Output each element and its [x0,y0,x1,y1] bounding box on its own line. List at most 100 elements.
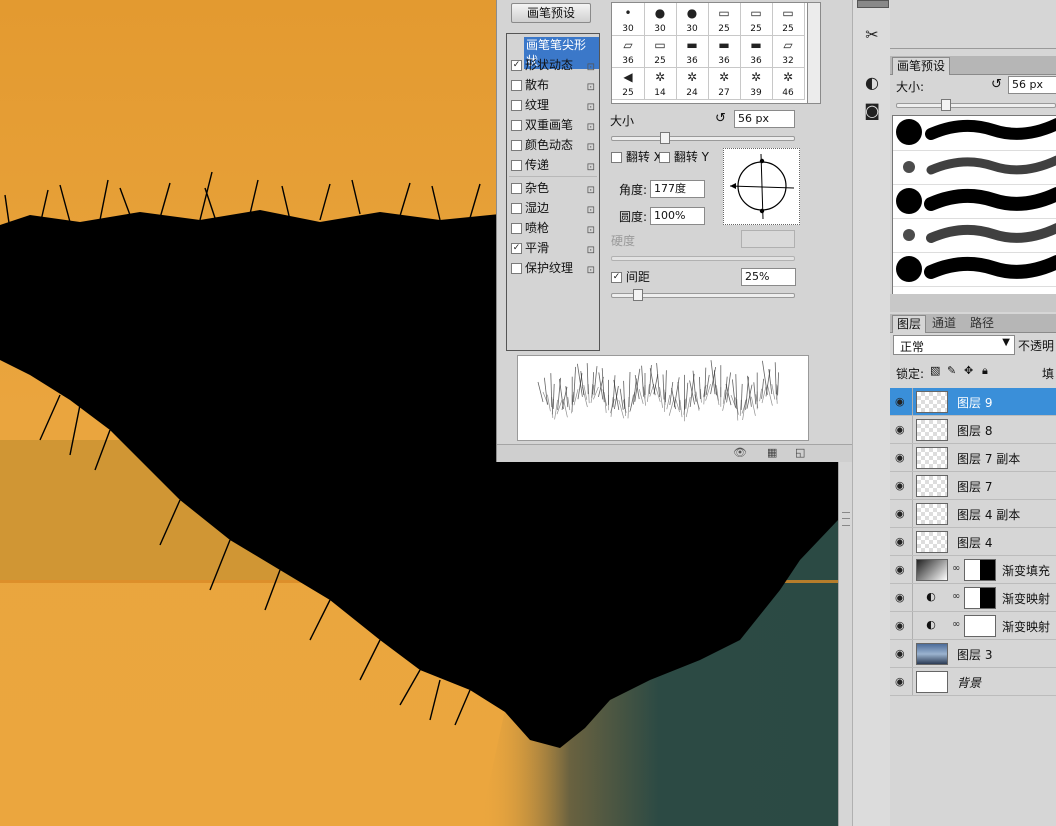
eye-icon[interactable]: ◉ [895,619,905,632]
brush-tip-grid[interactable]: • 30 ● 30 ● 30 ▭ 25 ▭ 25 ▭ 25 ▱ 36 ▭ 25 ▬ 36 ▬ 36 ▬ 36 ▱ 32 ◀ 25 ✲… [611,2,808,104]
layer-row[interactable]: ◉ 图层 4 [890,528,1056,556]
eye-icon[interactable]: ◉ [895,647,905,660]
brush-option-item[interactable]: 杂色 ⊡ [507,178,599,198]
lock-pixels-icon[interactable]: ✎ [947,364,956,377]
eye-icon[interactable]: ◉ [895,591,905,604]
brush-tip-cell[interactable]: ● 30 [644,3,677,36]
brush-option-checkbox[interactable] [511,183,522,194]
brush-tip-cell[interactable]: ◀ 25 [612,67,645,100]
brush-tip-cell[interactable]: ▭ 25 [740,3,773,36]
brush-tip-cell[interactable]: ● 30 [676,3,709,36]
brush-option-checkbox[interactable] [511,140,522,151]
layer-row[interactable]: ◉ ∞ 渐变填充 [890,556,1056,584]
layer-mask-thumbnail[interactable] [964,587,996,609]
size-slider[interactable] [611,132,795,144]
brush-tip-cell[interactable]: ▬ 36 [708,35,741,68]
layer-thumbnail[interactable] [916,671,948,693]
lock-position-icon[interactable]: ✥ [964,364,973,377]
lock-all-icon[interactable]: 🔒︎ [982,364,988,378]
lock-icon[interactable]: ⊡ [587,261,595,281]
layer-thumbnail[interactable] [916,447,948,469]
brush-tip-cell[interactable]: ▭ 25 [772,3,805,36]
layer-thumbnail[interactable] [916,391,948,413]
eye-icon[interactable]: ◉ [895,423,905,436]
strip-top-handle[interactable] [857,0,889,8]
brush-tip-cell[interactable]: ✲ 24 [676,67,709,100]
layer-thumbnail[interactable] [916,503,948,525]
layer-row[interactable]: ◉ 图层 8 [890,416,1056,444]
brush-tip-cell[interactable]: ✲ 14 [644,67,677,100]
brush-option-item[interactable]: 双重画笔 ⊡ [507,115,599,135]
eye-icon[interactable]: ◉ [895,451,905,464]
layer-thumbnail[interactable] [916,419,948,441]
brush-grid-icon[interactable]: ▦ [767,446,777,459]
layer-row[interactable]: ◉ 图层 3 [890,640,1056,668]
brush-tip-cell[interactable]: • 30 [612,3,645,36]
preset-reset-size-icon[interactable]: ↺ [991,77,1002,92]
flip-x-checkbox[interactable]: 翻转 X [611,148,662,165]
tab-layers[interactable]: 图层 [892,315,927,333]
layer-mask-thumbnail[interactable] [964,615,996,637]
layer-row[interactable]: ◉ 背景 [890,668,1056,696]
tab-paths[interactable]: 路径 [966,315,998,332]
spacing-slider-thumb[interactable] [633,289,643,301]
layer-thumbnail[interactable] [916,643,948,665]
brush-preset-item[interactable] [893,252,1056,287]
layer-row[interactable]: ◉ 图层 4 副本 [890,500,1056,528]
brush-tip-cell[interactable]: ▱ 32 [772,35,805,68]
eye-icon[interactable]: ◉ [895,535,905,548]
size-field[interactable]: 56 px [734,110,795,128]
layer-thumbnail[interactable] [916,559,948,581]
blend-mode-select[interactable]: 正常 ▼ [893,335,1015,355]
spacing-field[interactable]: 25% [741,268,796,286]
masks-icon[interactable]: ◙ [859,98,885,122]
brush-preset-item[interactable] [893,116,1056,151]
layer-mask-thumbnail[interactable] [964,559,996,581]
brush-tip-cell[interactable]: ✲ 46 [772,67,805,100]
layer-thumbnail[interactable] [916,531,948,553]
brush-tip-cell[interactable]: ▬ 36 [676,35,709,68]
brush-option-item[interactable]: 颜色动态 ⊡ [507,135,599,155]
brush-option-item[interactable]: 传递 ⊡ [507,155,599,175]
layer-row[interactable]: ◉ 图层 7 副本 [890,444,1056,472]
roundness-field[interactable]: 100% [650,207,705,225]
brush-tip-cell[interactable]: ▭ 25 [644,35,677,68]
flip-y-checkbox[interactable]: 翻转 Y [659,148,709,165]
brush-tip-cell[interactable]: ▬ 36 [740,35,773,68]
spacing-slider[interactable] [611,289,795,301]
scrollbar-grip[interactable] [842,512,850,526]
brush-tip-cell[interactable]: ▱ 36 [612,35,645,68]
adjustments-icon[interactable]: ◐ [859,70,885,94]
brush-tip-cell[interactable]: ▭ 25 [708,3,741,36]
brush-tip-cell[interactable]: ✲ 27 [708,67,741,100]
brush-option-checkbox[interactable] [511,160,522,171]
brush-option-checkbox[interactable] [511,223,522,234]
brush-option-item[interactable]: 喷枪 ⊡ [507,218,599,238]
eye-icon[interactable]: ◉ [895,479,905,492]
brush-option-item[interactable]: 纹理 ⊡ [507,95,599,115]
layer-row[interactable]: ◉ 图层 7 [890,472,1056,500]
preset-size-field[interactable]: 56 px [1008,76,1056,94]
spacing-checkbox[interactable]: ✓ 间距 [611,268,650,285]
size-slider-thumb[interactable] [660,132,670,144]
brush-option-checkbox[interactable] [511,100,522,111]
tool-presets-icon[interactable]: ✂ [859,22,885,46]
new-brush-icon[interactable]: ◱ [795,446,805,459]
brush-option-checkbox[interactable] [511,80,522,91]
brush-tip-cell[interactable]: ✲ 39 [740,67,773,100]
eye-icon[interactable]: ◉ [895,507,905,520]
angle-roundness-widget[interactable] [723,148,800,225]
lock-transparency-icon[interactable]: ▧ [930,364,940,377]
brush-presets-button[interactable]: 画笔预设 [511,3,591,23]
layer-row[interactable]: ◉ ◐ ∞ 渐变映射 [890,584,1056,612]
reset-size-icon[interactable]: ↺ [715,111,726,126]
brush-option-checkbox[interactable] [511,120,522,131]
preset-size-slider[interactable] [896,99,1056,111]
brush-option-checkbox[interactable]: ✓ [511,243,522,254]
layer-thumbnail[interactable] [916,475,948,497]
brush-option-item[interactable]: 保护纹理 ⊡ [507,258,599,278]
lock-icon[interactable]: ⊡ [587,158,595,178]
link-icon[interactable]: ∞ [952,591,960,602]
eye-icon[interactable]: ◉ [895,395,905,408]
brush-preset-list[interactable] [892,115,1056,295]
